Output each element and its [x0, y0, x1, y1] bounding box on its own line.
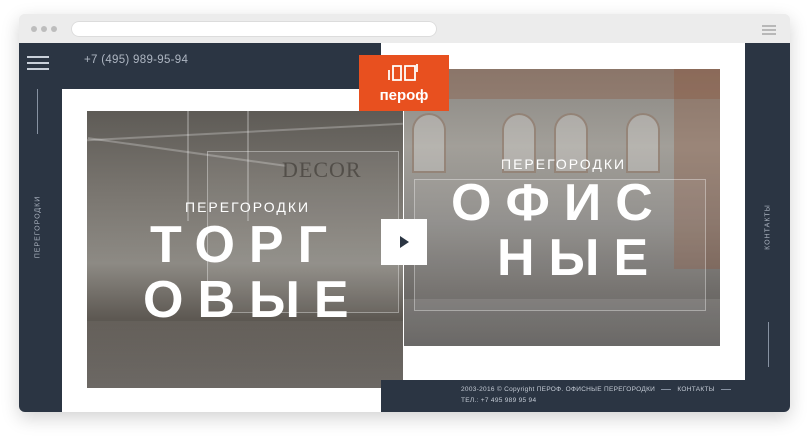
site-logo[interactable]: пероф: [359, 55, 449, 111]
retail-title-line1: ТОРГ: [150, 216, 342, 274]
left-divider: [37, 89, 38, 134]
footer-copyright: 2003-2016 © Copyright ПЕРОФ. ОФИСНЫЕ ПЕР…: [461, 386, 656, 393]
arched-window: [626, 113, 660, 173]
sidebar-link-partitions[interactable]: ПЕРЕГОРОДКИ: [35, 196, 42, 259]
office-title-line2: НЫЕ: [497, 229, 663, 287]
browser-menu-icon[interactable]: [762, 25, 776, 37]
window-dot[interactable]: [51, 26, 57, 32]
brick-wall: [404, 69, 720, 99]
footer-separator: [720, 388, 731, 390]
footer-contacts-link[interactable]: КОНТАКТЫ: [677, 386, 714, 393]
address-bar[interactable]: [71, 21, 437, 37]
office-title-line1: ОФИС: [451, 174, 667, 232]
right-divider: [768, 322, 769, 367]
play-icon: [400, 236, 409, 248]
retail-title-line2: ОВЫЕ: [143, 271, 363, 329]
logo-text: пероф: [379, 87, 429, 104]
sidebar-link-contacts[interactable]: КОНТАКТЫ: [765, 204, 772, 250]
footer: 2003-2016 © Copyright ПЕРОФ. ОФИСНЫЕ ПЕР…: [381, 380, 745, 412]
browser-window: +7 (495) 989-95-94 ПЕРЕГОРОДКИ КОНТАКТЫ …: [19, 14, 790, 412]
window-dot[interactable]: [31, 26, 37, 32]
header-phone[interactable]: +7 (495) 989-95-94: [84, 54, 188, 66]
browser-chrome: [19, 14, 790, 43]
office-caption: ПЕРЕГОРОДКИ: [501, 156, 627, 172]
store-sign: DECOR: [282, 157, 362, 182]
hamburger-icon[interactable]: [27, 56, 49, 74]
footer-line-1: 2003-2016 © Copyright ПЕРОФ. ОФИСНЫЕ ПЕР…: [461, 386, 735, 393]
ceiling-beam: [87, 122, 403, 142]
footer-phone[interactable]: ТЕЛ.: +7 495 989 95 94: [461, 397, 536, 404]
play-video-button[interactable]: [381, 219, 427, 265]
window-dot[interactable]: [41, 26, 47, 32]
footer-separator: [661, 388, 672, 390]
arched-window: [412, 113, 446, 173]
logo-mark-icon: [388, 64, 418, 81]
floor: [87, 321, 403, 388]
site: +7 (495) 989-95-94 ПЕРЕГОРОДКИ КОНТАКТЫ …: [19, 43, 790, 412]
window-controls: [31, 26, 57, 32]
floor: [404, 299, 720, 346]
retail-caption: ПЕРЕГОРОДКИ: [185, 199, 311, 215]
